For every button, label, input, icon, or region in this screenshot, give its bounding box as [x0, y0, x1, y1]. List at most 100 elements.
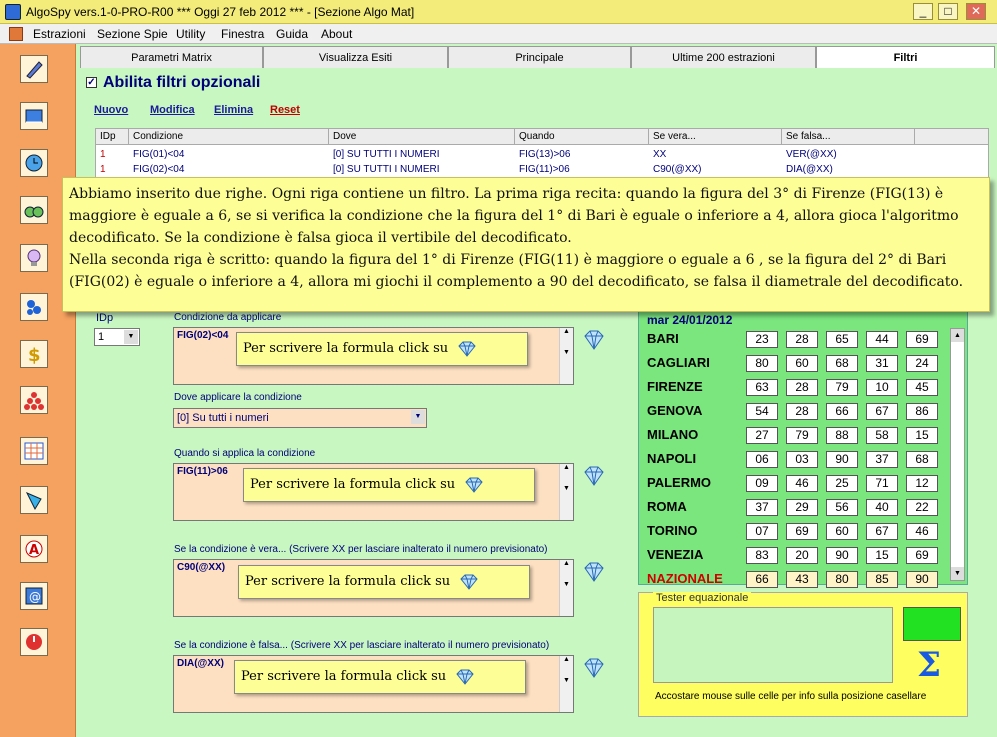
drawn-number-cell[interactable]: 03 — [786, 451, 818, 468]
drawn-number-cell[interactable]: 66 — [746, 571, 778, 588]
formula-hint-button[interactable]: Per scrivere la formula click su — [238, 565, 530, 599]
grid-cell[interactable]: FIG(13)>06 — [515, 148, 570, 162]
grid-cell[interactable]: FIG(02)<04 — [129, 163, 184, 177]
dollar-icon[interactable]: $ — [20, 340, 48, 368]
col-idp[interactable]: IDp — [96, 129, 129, 145]
nuovo-link[interactable]: Nuovo — [94, 104, 128, 116]
extraction-scrollbar[interactable]: ▲ ▼ — [950, 328, 965, 581]
field-scrollbar[interactable]: ▲ ▼ — [559, 560, 573, 616]
diamond-icon[interactable] — [582, 657, 606, 679]
modifica-link[interactable]: Modifica — [150, 104, 195, 116]
grid-cell[interactable]: VER(@XX) — [782, 148, 837, 162]
tester-textarea[interactable] — [653, 607, 893, 683]
drawn-number-cell[interactable]: 43 — [786, 571, 818, 588]
col-dove[interactable]: Dove — [329, 129, 515, 145]
drawn-number-cell[interactable]: 79 — [826, 379, 858, 396]
drawn-number-cell[interactable]: 28 — [786, 403, 818, 420]
drawn-number-cell[interactable]: 68 — [826, 355, 858, 372]
tab-parametri-matrix[interactable]: Parametri Matrix — [80, 46, 263, 68]
scroll-down-icon[interactable]: ▼ — [951, 567, 964, 580]
clock-icon[interactable] — [20, 149, 48, 177]
drawn-number-cell[interactable]: 85 — [866, 571, 898, 588]
drawn-number-cell[interactable]: 60 — [786, 355, 818, 372]
drawn-number-cell[interactable]: 45 — [906, 379, 938, 396]
idp-select[interactable]: 1 ▼ — [94, 328, 140, 346]
diamond-icon[interactable] — [582, 561, 606, 583]
drawn-number-cell[interactable]: 66 — [826, 403, 858, 420]
drawn-number-cell[interactable]: 65 — [826, 331, 858, 348]
lightbulb-icon[interactable] — [20, 244, 48, 272]
reset-link[interactable]: Reset — [270, 104, 300, 116]
drawn-number-cell[interactable]: 29 — [786, 499, 818, 516]
drawn-number-cell[interactable]: 46 — [786, 475, 818, 492]
drawn-number-cell[interactable]: 22 — [906, 499, 938, 516]
drawn-number-cell[interactable]: 15 — [866, 547, 898, 564]
sigma-icon[interactable]: Σ — [917, 645, 941, 685]
drawn-number-cell[interactable]: 40 — [866, 499, 898, 516]
drawn-number-cell[interactable]: 28 — [786, 331, 818, 348]
drawn-number-cell[interactable]: 46 — [906, 523, 938, 540]
grid-cell[interactable]: XX — [649, 148, 666, 162]
checkbox-checked-icon[interactable]: ✓ — [86, 77, 97, 89]
drawn-number-cell[interactable]: 69 — [906, 547, 938, 564]
drawn-number-cell[interactable]: 10 — [866, 379, 898, 396]
grid-cell[interactable]: FIG(01)<04 — [129, 148, 184, 162]
col-quando[interactable]: Quando — [515, 129, 649, 145]
lottery-balls-icon[interactable] — [20, 293, 48, 321]
drawn-number-cell[interactable]: 15 — [906, 427, 938, 444]
tab-visualizza-esiti[interactable]: Visualizza Esiti — [263, 46, 448, 68]
power-icon[interactable] — [20, 628, 48, 656]
drawn-number-cell[interactable]: 06 — [746, 451, 778, 468]
grid-cell[interactable]: [0] SU TUTTI I NUMERI — [329, 163, 440, 177]
dropdown-arrow-icon[interactable]: ▼ — [411, 410, 425, 424]
dove-select[interactable]: [0] Su tutti i numeri ▼ — [173, 408, 427, 428]
drawn-number-cell[interactable]: 90 — [826, 451, 858, 468]
drawn-number-cell[interactable]: 31 — [866, 355, 898, 372]
shape-icon[interactable] — [20, 486, 48, 514]
binoculars-icon[interactable] — [20, 196, 48, 224]
drawn-number-cell[interactable]: 63 — [746, 379, 778, 396]
drawn-number-cell[interactable]: 37 — [866, 451, 898, 468]
drawn-number-cell[interactable]: 24 — [906, 355, 938, 372]
tab-principale[interactable]: Principale — [448, 46, 631, 68]
scroll-up-icon[interactable]: ▲ — [951, 329, 964, 342]
drawn-number-cell[interactable]: 80 — [746, 355, 778, 372]
col-condizione[interactable]: Condizione — [129, 129, 329, 145]
menu-estrazioni[interactable]: Estrazioni — [33, 27, 86, 41]
drawn-number-cell[interactable]: 07 — [746, 523, 778, 540]
col-se-vera[interactable]: Se vera... — [649, 129, 782, 145]
grid-cell[interactable]: 1 — [96, 148, 106, 162]
formula-hint-button[interactable]: Per scrivere la formula click su — [234, 660, 526, 694]
field-scrollbar[interactable]: ▲ ▼ — [559, 328, 573, 384]
grid-cell[interactable]: 1 — [96, 163, 106, 177]
drawn-number-cell[interactable]: 28 — [786, 379, 818, 396]
drawn-number-cell[interactable]: 58 — [866, 427, 898, 444]
diamond-icon[interactable] — [582, 465, 606, 487]
maximize-button[interactable]: □ — [938, 3, 958, 20]
drawn-number-cell[interactable]: 80 — [826, 571, 858, 588]
tab-filtri[interactable]: Filtri — [816, 46, 995, 68]
drawn-number-cell[interactable]: 54 — [746, 403, 778, 420]
drawn-number-cell[interactable]: 67 — [866, 523, 898, 540]
calendar-icon[interactable] — [20, 437, 48, 465]
field-scrollbar[interactable]: ▲ ▼ — [559, 656, 573, 712]
drawn-number-cell[interactable]: 37 — [746, 499, 778, 516]
drawn-number-cell[interactable]: 23 — [746, 331, 778, 348]
grid-cell[interactable]: FIG(11)>06 — [515, 163, 570, 177]
formula-hint-button[interactable]: Per scrivere la formula click su — [236, 332, 528, 366]
drawn-number-cell[interactable]: 79 — [786, 427, 818, 444]
drawn-number-cell[interactable]: 56 — [826, 499, 858, 516]
drawn-number-cell[interactable]: 09 — [746, 475, 778, 492]
drawn-number-cell[interactable]: 83 — [746, 547, 778, 564]
drawn-number-cell[interactable]: 25 — [826, 475, 858, 492]
drawn-number-cell[interactable]: 71 — [866, 475, 898, 492]
menu-about[interactable]: About — [321, 27, 352, 41]
drawn-number-cell[interactable]: 69 — [906, 331, 938, 348]
elimina-link[interactable]: Elimina — [214, 104, 253, 116]
menu-guida[interactable]: Guida — [276, 27, 308, 41]
drawn-number-cell[interactable]: 69 — [786, 523, 818, 540]
drawn-number-cell[interactable]: 90 — [826, 547, 858, 564]
minimize-button[interactable]: _ — [913, 3, 933, 20]
drawn-number-cell[interactable]: 60 — [826, 523, 858, 540]
letter-a-icon[interactable]: A — [20, 535, 48, 563]
